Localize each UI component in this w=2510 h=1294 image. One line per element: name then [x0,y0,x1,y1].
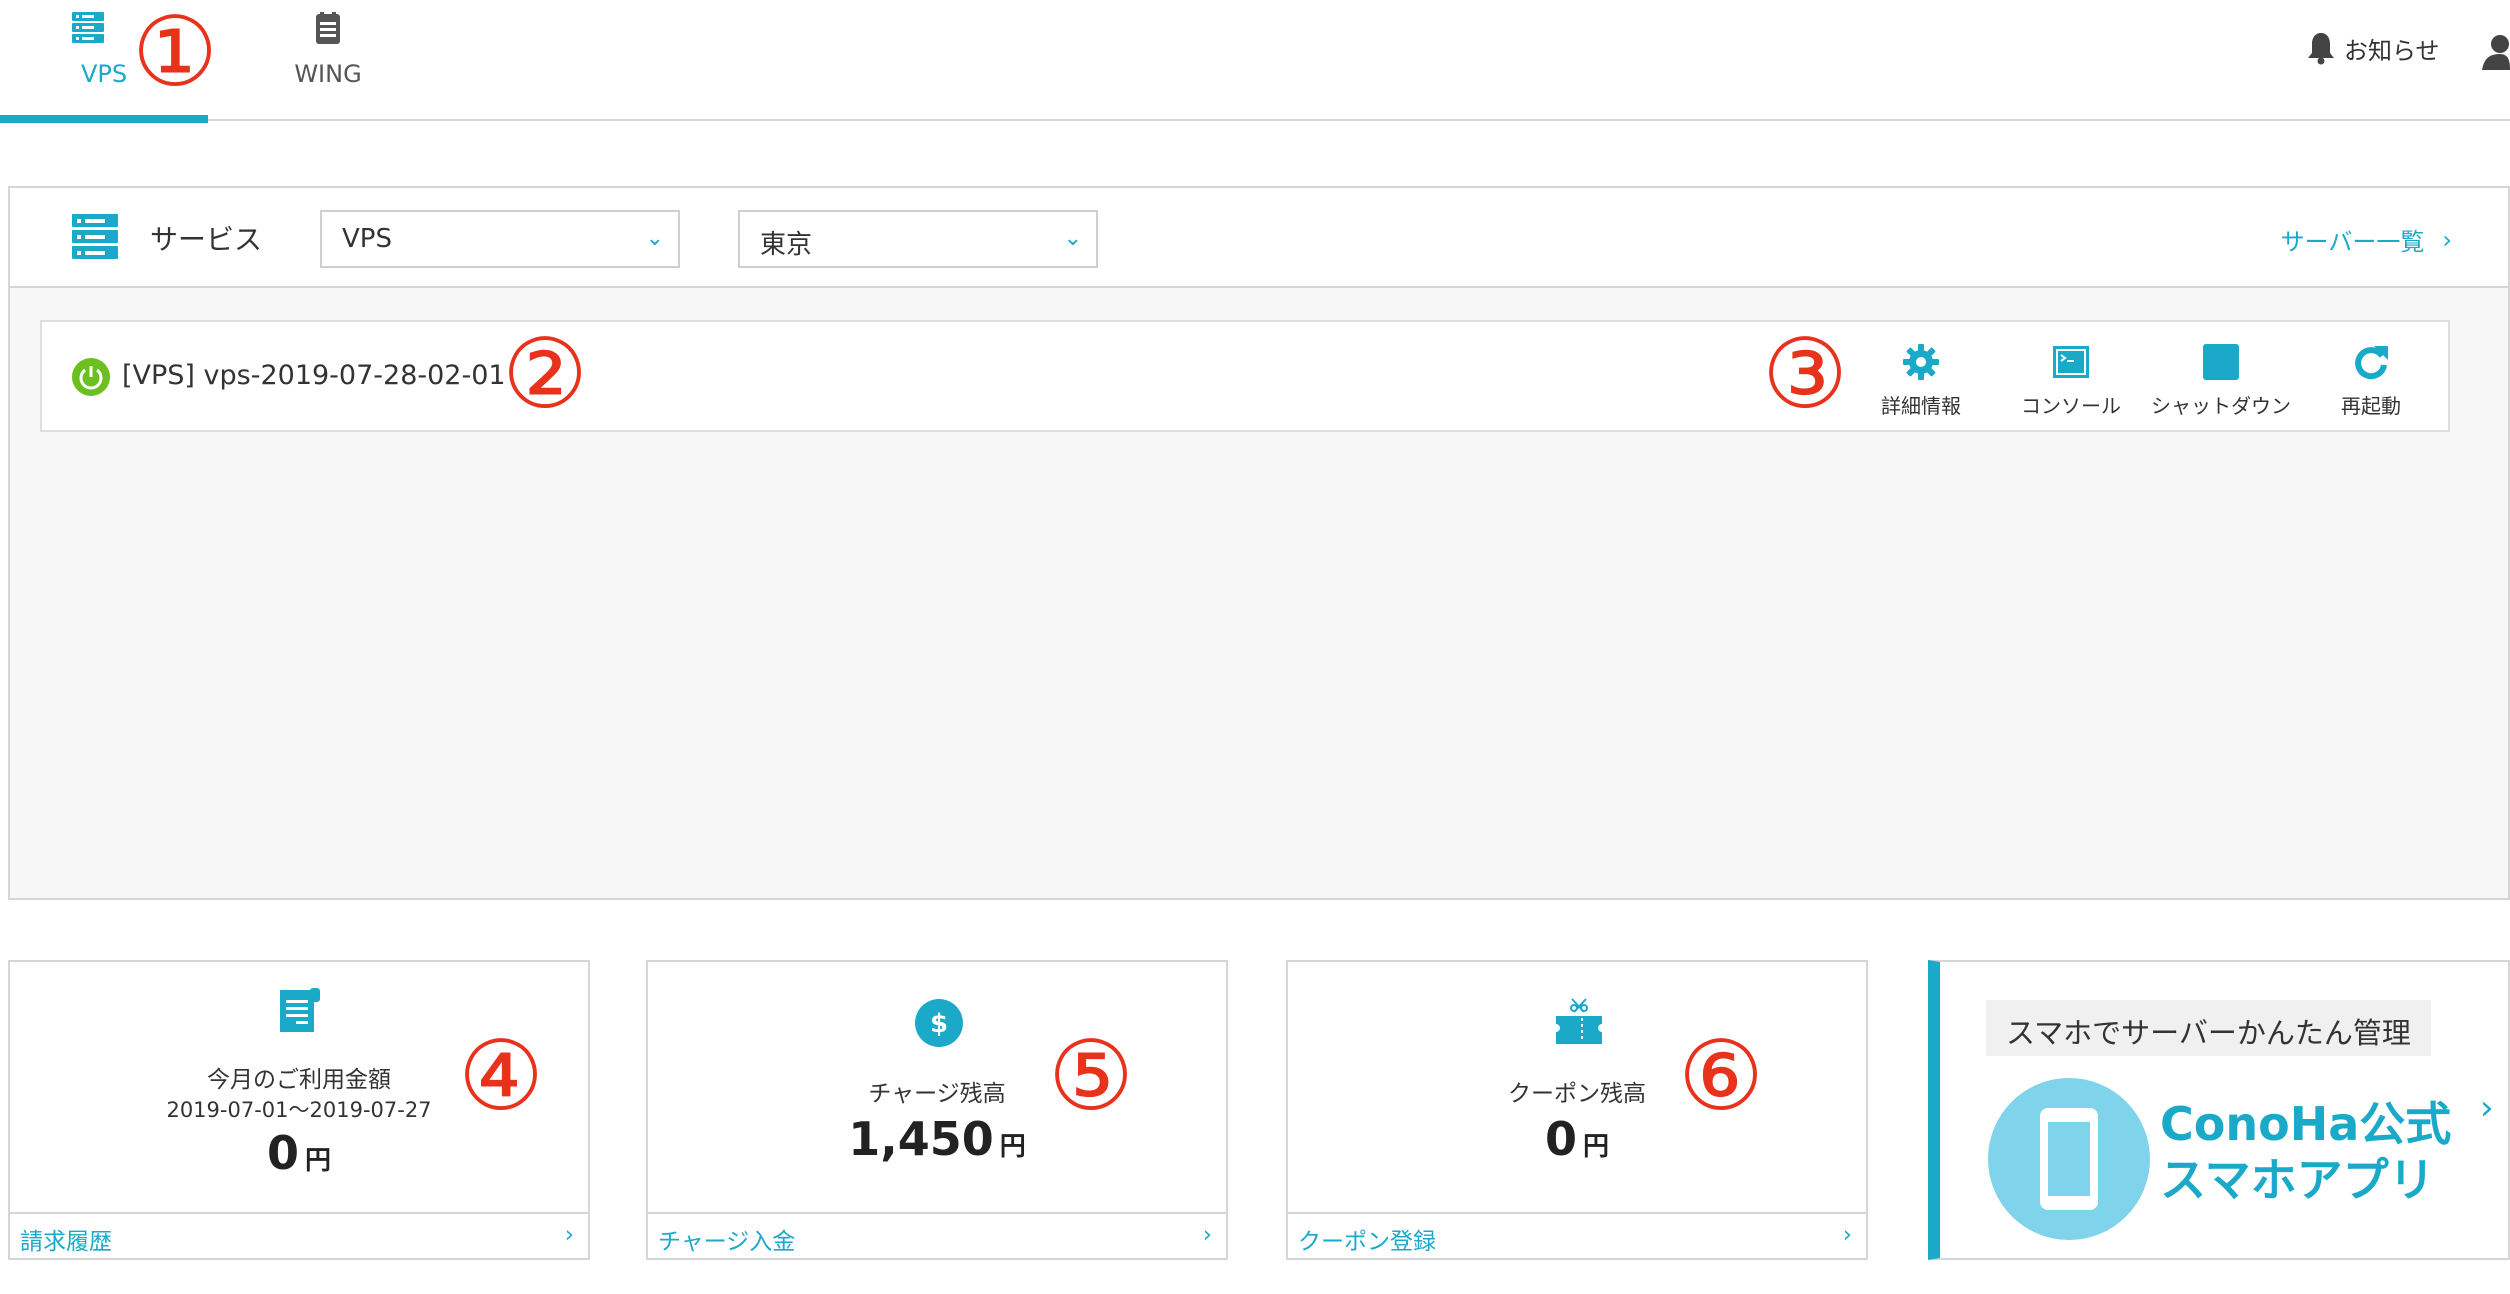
restart-button[interactable]: 再起動 [2296,340,2446,419]
server-name[interactable]: [VPS] vps-2019-07-28-02-01 [122,360,506,391]
coupon-amount-value: 0 [1544,1112,1577,1166]
app-promo-line2: スマホアプリ [2160,1153,2435,1207]
charge-deposit-link[interactable]: チャージ入金 › [648,1212,1226,1258]
service-label: サービス [150,223,263,256]
notice-button[interactable]: お知らせ [2306,28,2440,68]
tab-wing[interactable]: WING [268,0,388,121]
console-icon [2053,346,2089,378]
region-select-value: 東京 [760,230,813,260]
usage-amount-value: 0 [266,1126,299,1180]
charge-deposit-label: チャージ入金 [658,1229,796,1255]
chevron-right-icon: › [564,1222,574,1248]
annotation-marker-4: ④ [458,1020,545,1132]
chevron-right-icon: › [2442,225,2452,254]
charge-amount: 1,450 円 [648,1112,1226,1166]
console-label: コンソール [2021,394,2121,418]
restart-icon [2355,346,2388,380]
annotation-marker-2: ② [502,318,589,430]
notice-label: お知らせ [2344,36,2440,65]
invoice-icon [280,988,320,1032]
charge-amount-value: 1,450 [848,1112,994,1166]
service-select[interactable]: VPS ⌄ [320,210,680,268]
power-status-icon [72,358,110,396]
service-select-value: VPS [342,224,392,254]
top-navigation: VPS WING ① お知らせ [0,0,2510,123]
server-list-link-label: サーバー一覧 [2280,228,2425,256]
usage-card: 今月のご利用金額 2019-07-01〜2019-07-27 0円 ④ 請求履歴… [8,960,590,1260]
wing-icon [316,12,340,44]
shutdown-label: シャットダウン [2151,394,2291,418]
server-row[interactable]: [VPS] vps-2019-07-28-02-01 ② ③ 詳細情報 コンソー… [40,320,2450,432]
chevron-right-icon: › [1842,1222,1852,1248]
active-tab-indicator [0,115,208,123]
chevron-down-icon: ⌄ [1063,226,1082,251]
annotation-marker-6: ⑥ [1678,1020,1765,1132]
restart-label: 再起動 [2341,394,2401,418]
user-icon[interactable] [2482,34,2510,70]
console-button[interactable]: コンソール [1996,340,2146,419]
coupon-register-link[interactable]: クーポン登録 › [1288,1212,1866,1258]
app-promo-badge: スマホでサーバーかんたん管理 [1986,1000,2431,1056]
chevron-right-icon: › [1202,1222,1212,1248]
chevron-down-icon: ⌄ [645,226,664,251]
coupon-card: クーポン残高 0円 ⑥ クーポン登録 › [1286,960,1868,1260]
usage-amount-unit: 円 [305,1146,332,1176]
coupon-register-label: クーポン登録 [1298,1229,1436,1255]
coupon-title: クーポン残高 [1508,1081,1646,1107]
billing-history-link[interactable]: 請求履歴 › [10,1212,588,1258]
tab-wing-label: WING [294,60,362,88]
app-promo-card[interactable]: スマホでサーバーかんたん管理 ConoHa公式 スマホアプリ › [1928,960,2510,1260]
coupon-icon [1556,998,1602,1044]
annotation-marker-5: ⑤ [1048,1020,1135,1132]
smartphone-icon [1988,1078,2150,1240]
charge-title: チャージ残高 [868,1081,1006,1107]
details-button[interactable]: 詳細情報 [1846,340,1996,419]
server-panel: サービス VPS ⌄ 東京 ⌄ サーバー一覧 › [VPS] vps-2019-… [8,186,2510,900]
details-label: 詳細情報 [1881,394,1961,418]
usage-amount: 0円 [10,1126,588,1180]
shutdown-button[interactable]: シャットダウン [2146,340,2296,419]
chevron-right-icon: › [2480,1088,2494,1128]
annotation-marker-1: ① [132,0,219,108]
stop-icon [2203,344,2239,380]
charge-card: $ チャージ残高 1,450 円 ⑤ チャージ入金 › [646,960,1228,1260]
service-bar: サービス VPS ⌄ 東京 ⌄ サーバー一覧 › [10,188,2508,288]
gear-icon [1903,344,1939,380]
billing-history-label: 請求履歴 [20,1229,112,1255]
coupon-amount-unit: 円 [1583,1132,1610,1162]
charge-amount-unit: 円 [999,1132,1026,1162]
bell-icon [2308,33,2334,65]
service-server-icon [72,214,118,259]
svg-text:$: $ [930,1009,948,1039]
dollar-icon: $ [915,999,963,1047]
coupon-amount: 0円 [1288,1112,1866,1166]
annotation-marker-3: ③ [1762,318,1849,430]
server-list-link[interactable]: サーバー一覧 › [2281,222,2452,257]
region-select[interactable]: 東京 ⌄ [738,210,1098,268]
server-icon [72,12,104,43]
